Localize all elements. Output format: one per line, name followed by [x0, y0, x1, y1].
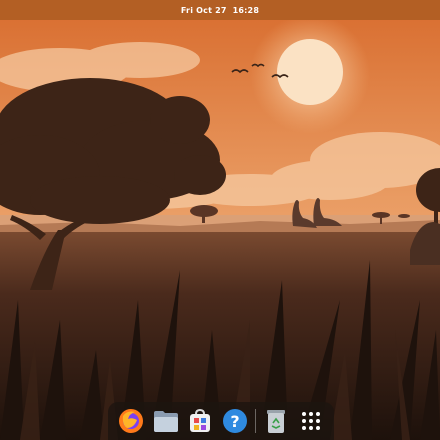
svg-text:?: ? [230, 412, 239, 431]
desktop-wallpaper [0, 0, 440, 440]
help-icon: ? [222, 409, 247, 433]
dock: ? [108, 402, 334, 440]
trash-icon [267, 410, 286, 433]
app-grid-icon [301, 412, 320, 430]
time-label: 16:28 [232, 5, 260, 15]
dock-item-trash[interactable] [262, 405, 291, 437]
software-store-icon [190, 408, 211, 432]
firefox-icon [119, 409, 144, 433]
dock-item-firefox[interactable] [117, 405, 146, 437]
dock-item-show-applications[interactable] [296, 405, 325, 437]
dock-separator [255, 409, 256, 433]
dock-item-software[interactable] [186, 405, 215, 437]
clock-button[interactable]: Fri Oct 27 16:28 [181, 6, 259, 15]
files-icon [153, 411, 178, 432]
dock-item-help[interactable]: ? [221, 405, 250, 437]
dock-item-files[interactable] [152, 405, 181, 437]
top-bar: Fri Oct 27 16:28 [0, 0, 440, 20]
date-label: Fri Oct 27 [180, 5, 227, 15]
sun [277, 39, 343, 105]
